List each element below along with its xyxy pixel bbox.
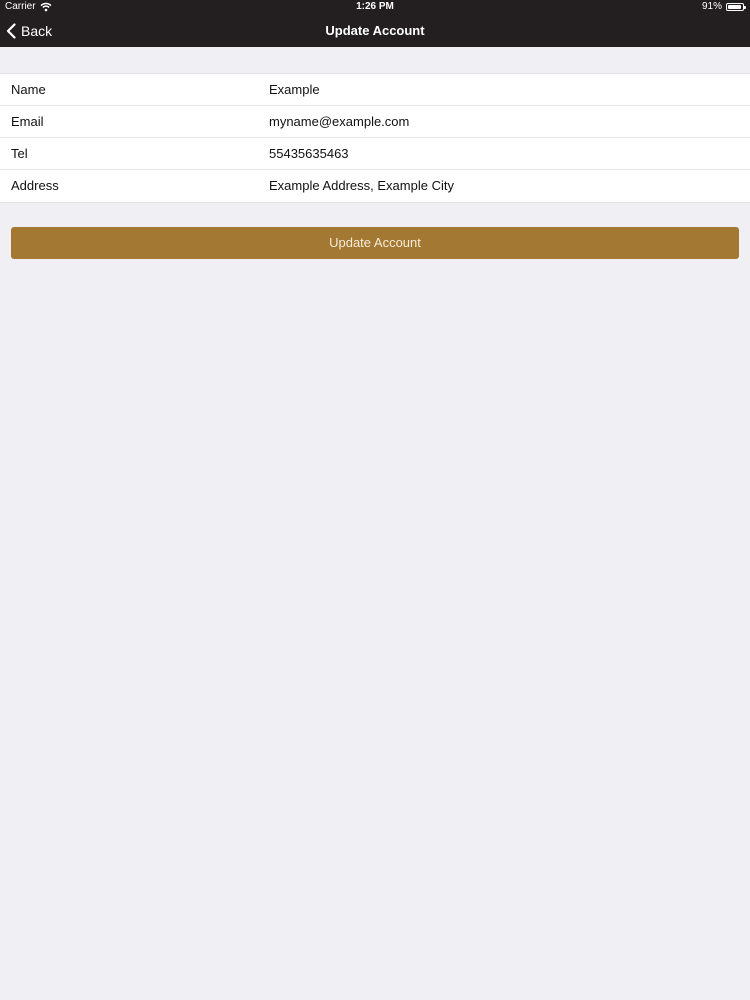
battery-tip bbox=[744, 6, 746, 9]
status-bar: Carrier 1:26 PM 91% bbox=[0, 0, 750, 14]
form-row-name[interactable]: Name Example bbox=[0, 74, 750, 106]
top-bar: Carrier 1:26 PM 91% Update Account Back bbox=[0, 0, 750, 47]
battery-percent: 91% bbox=[701, 1, 722, 12]
name-field[interactable]: Example bbox=[269, 74, 320, 106]
address-label: Address bbox=[11, 178, 59, 193]
account-form: Name Example Email myname@example.com Te… bbox=[0, 73, 750, 203]
name-label: Name bbox=[11, 82, 46, 97]
status-right: 91% bbox=[701, 0, 746, 14]
address-field[interactable]: Example Address, Example City bbox=[269, 170, 454, 202]
form-row-tel[interactable]: Tel 55435635463 bbox=[0, 138, 750, 170]
chevron-left-icon bbox=[6, 23, 16, 39]
navigation-bar: Update Account Back bbox=[0, 14, 750, 47]
status-time: 1:26 PM bbox=[356, 1, 394, 12]
tel-label: Tel bbox=[11, 146, 28, 161]
form-row-email[interactable]: Email myname@example.com bbox=[0, 106, 750, 138]
email-label: Email bbox=[11, 114, 44, 129]
battery-fill bbox=[728, 5, 741, 9]
page-title: Update Account bbox=[325, 23, 425, 38]
back-button[interactable]: Back bbox=[6, 20, 52, 42]
battery-icon bbox=[726, 3, 746, 11]
update-account-button[interactable]: Update Account bbox=[11, 227, 739, 259]
back-label: Back bbox=[21, 23, 53, 39]
email-field[interactable]: myname@example.com bbox=[269, 106, 409, 138]
tel-field[interactable]: 55435635463 bbox=[269, 138, 349, 170]
form-row-address[interactable]: Address Example Address, Example City bbox=[0, 170, 750, 202]
